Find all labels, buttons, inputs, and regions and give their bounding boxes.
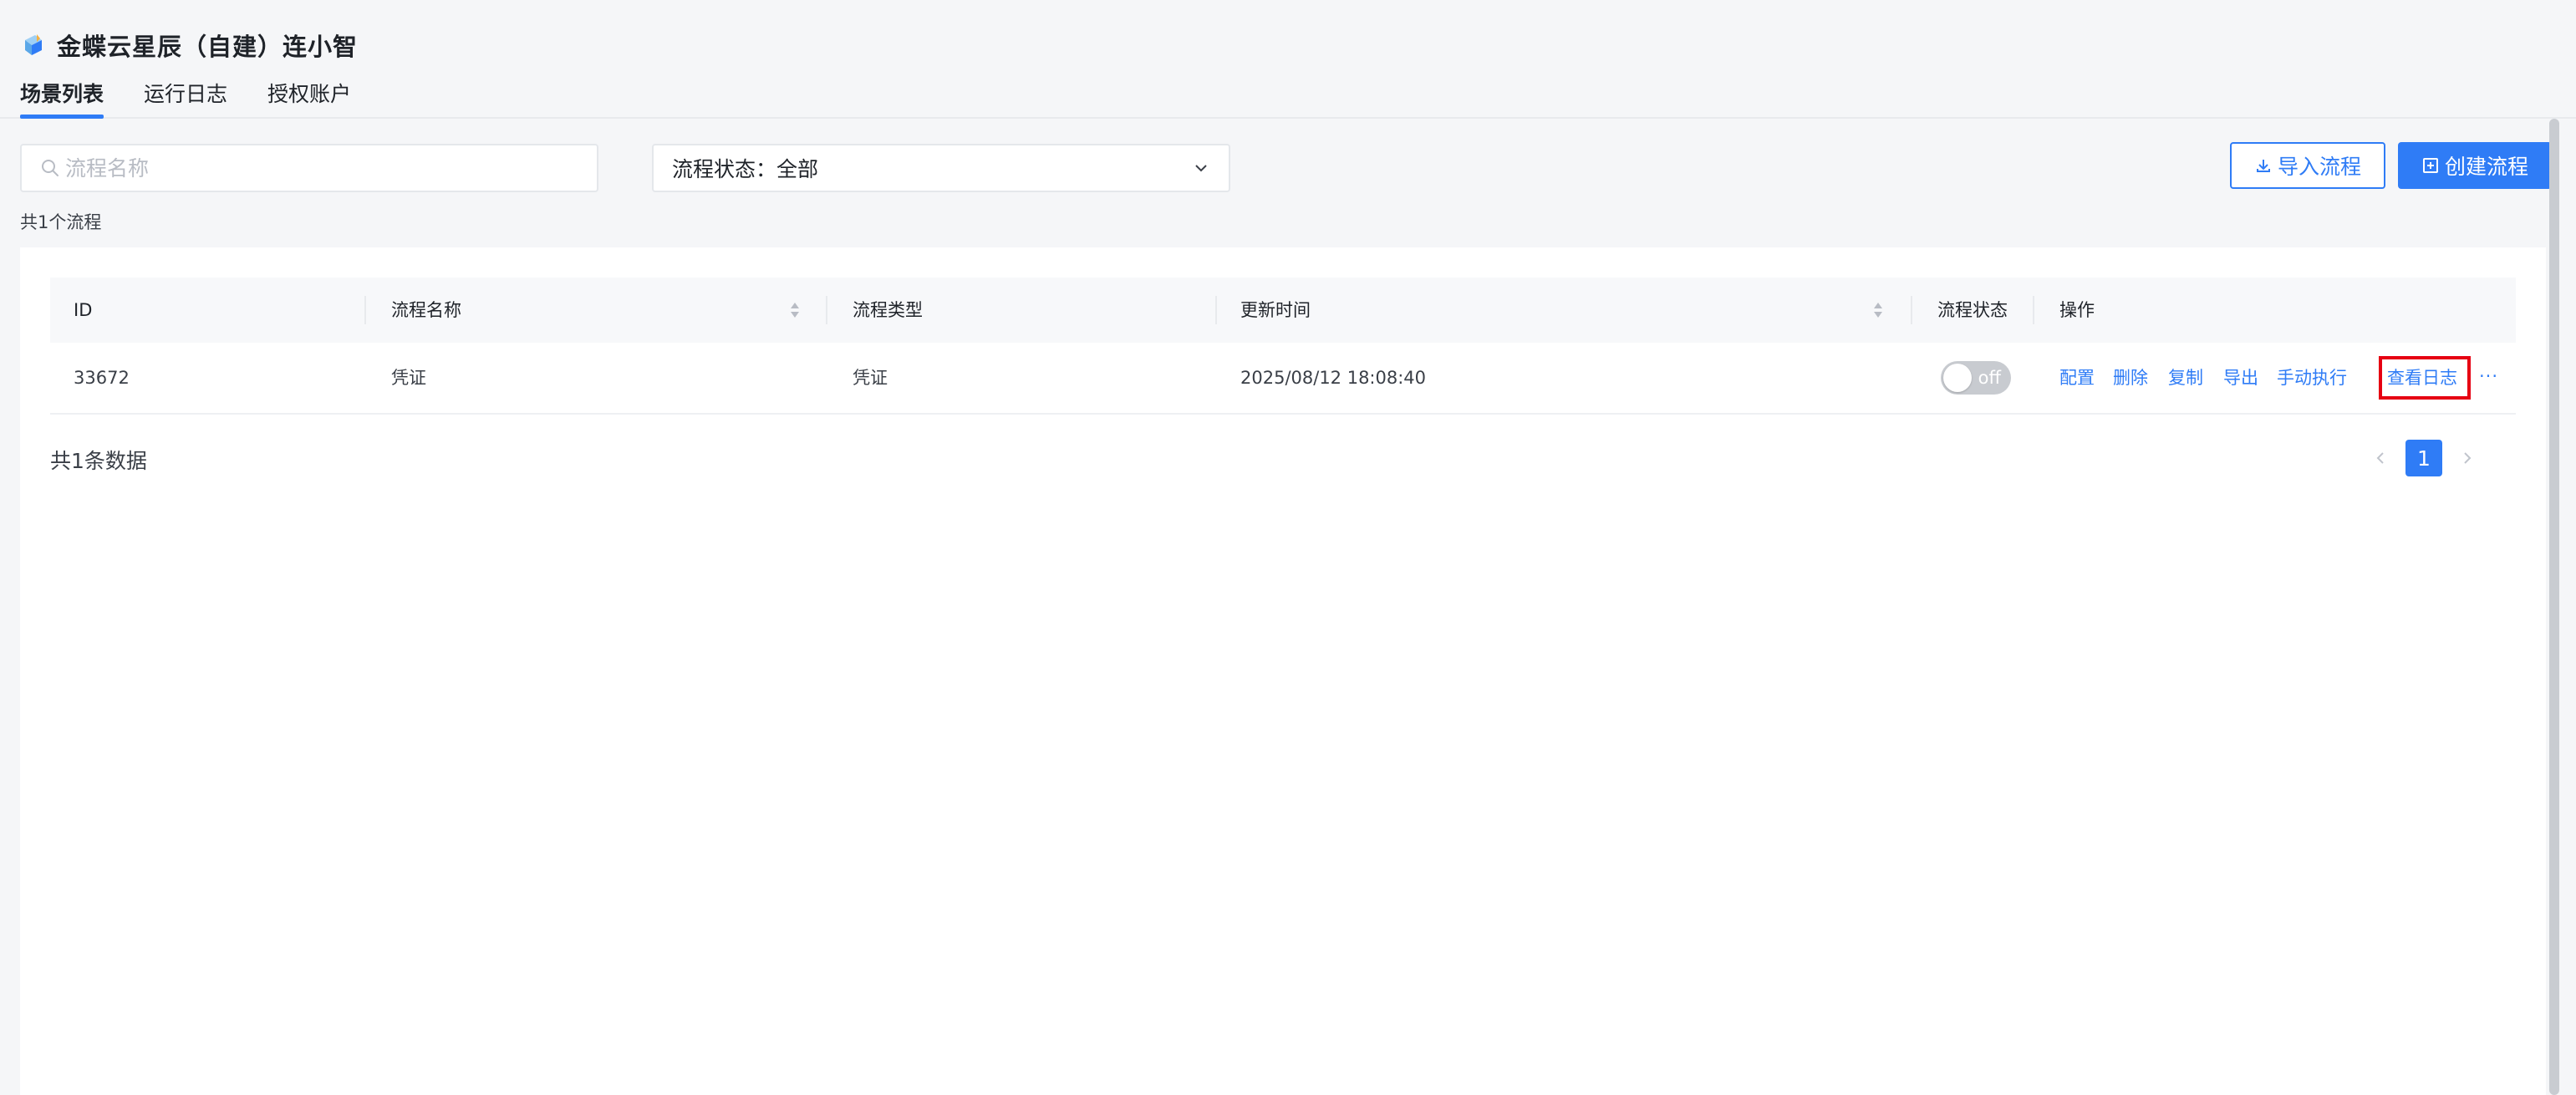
cell-type: 凭证	[853, 368, 888, 388]
app-logo-icon	[25, 34, 42, 55]
prev-page-button[interactable]	[2364, 440, 2397, 476]
app-title-text: 金蝶云星辰（自建）连小智	[57, 33, 359, 61]
cell-updated: 2025/08/12 18:08:40	[1240, 368, 1427, 388]
create-flow-button[interactable]: 创建流程	[2398, 142, 2552, 189]
tab-auth-accounts[interactable]: 授权账户	[267, 75, 351, 119]
table-header: ID 流程名称 流程类型 更新时间 流程状态 操作	[50, 278, 2516, 343]
op-manual-run-link[interactable]: 手动执行	[2277, 343, 2347, 413]
col-header-ops: 操作	[2059, 300, 2095, 320]
cell-name: 凭证	[391, 368, 426, 388]
table-row: 33672 凭证 凭证 2025/08/12 18:08:40 off 配置 删…	[50, 343, 2516, 415]
col-header-name: 流程名称	[391, 300, 461, 320]
cell-id: 33672	[74, 368, 130, 388]
col-header-updated: 更新时间	[1240, 300, 1311, 320]
more-actions-button[interactable]: ···	[2479, 343, 2498, 413]
toggle-knob	[1943, 364, 1972, 392]
vertical-scrollbar[interactable]	[2549, 119, 2559, 1095]
op-delete-link[interactable]: 删除	[2113, 343, 2148, 413]
plus-square-icon	[2422, 158, 2438, 173]
flow-table: ID 流程名称 流程类型 更新时间 流程状态 操作 33672 凭证 凭证 20…	[50, 278, 2516, 415]
column-divider	[364, 296, 366, 324]
op-configure-link[interactable]: 配置	[2059, 343, 2095, 413]
app-title: 金蝶云星辰（自建）连小智	[20, 25, 358, 65]
import-flow-label: 导入流程	[2277, 155, 2361, 179]
flow-count-text: 共1个流程	[20, 212, 102, 232]
create-flow-label: 创建流程	[2444, 155, 2528, 179]
next-page-button[interactable]	[2451, 440, 2484, 476]
flow-table-panel: ID 流程名称 流程类型 更新时间 流程状态 操作 33672 凭证 凭证 20…	[20, 247, 2546, 1095]
pagination: 1	[2364, 440, 2484, 476]
sort-icon[interactable]	[1872, 301, 1884, 319]
status-toggle[interactable]: off	[1941, 361, 2011, 395]
app-header: 金蝶云星辰（自建）连小智 场景列表 运行日志 授权账户	[0, 0, 2576, 119]
col-header-id: ID	[74, 300, 93, 320]
page-number-button[interactable]: 1	[2405, 440, 2442, 476]
search-input[interactable]	[64, 155, 597, 181]
sort-icon[interactable]	[789, 301, 801, 319]
tab-bar: 场景列表 运行日志 授权账户	[20, 75, 391, 119]
tab-run-log[interactable]: 运行日志	[144, 75, 227, 119]
column-divider	[2033, 296, 2034, 324]
op-copy-link[interactable]: 复制	[2168, 343, 2203, 413]
column-divider	[826, 296, 827, 324]
tab-scene-list[interactable]: 场景列表	[20, 75, 104, 119]
status-filter-select[interactable]: 流程状态：全部	[652, 144, 1230, 192]
total-records-text: 共1条数据	[50, 449, 147, 473]
col-header-status: 流程状态	[1937, 300, 2008, 320]
search-icon	[42, 160, 59, 176]
op-export-link[interactable]: 导出	[2223, 343, 2258, 413]
toggle-label: off	[1978, 368, 2001, 388]
chevron-left-icon	[2376, 452, 2384, 464]
download-icon	[2256, 160, 2270, 172]
column-divider	[1215, 296, 1217, 324]
chevron-down-icon	[1195, 165, 1207, 172]
column-divider	[1911, 296, 1912, 324]
view-log-highlight-box	[2379, 356, 2471, 400]
status-filter-label: 流程状态：全部	[672, 157, 819, 181]
import-flow-button[interactable]: 导入流程	[2230, 142, 2385, 189]
chevron-right-icon	[2464, 452, 2472, 464]
col-header-type: 流程类型	[853, 300, 923, 320]
search-field[interactable]	[20, 144, 598, 192]
